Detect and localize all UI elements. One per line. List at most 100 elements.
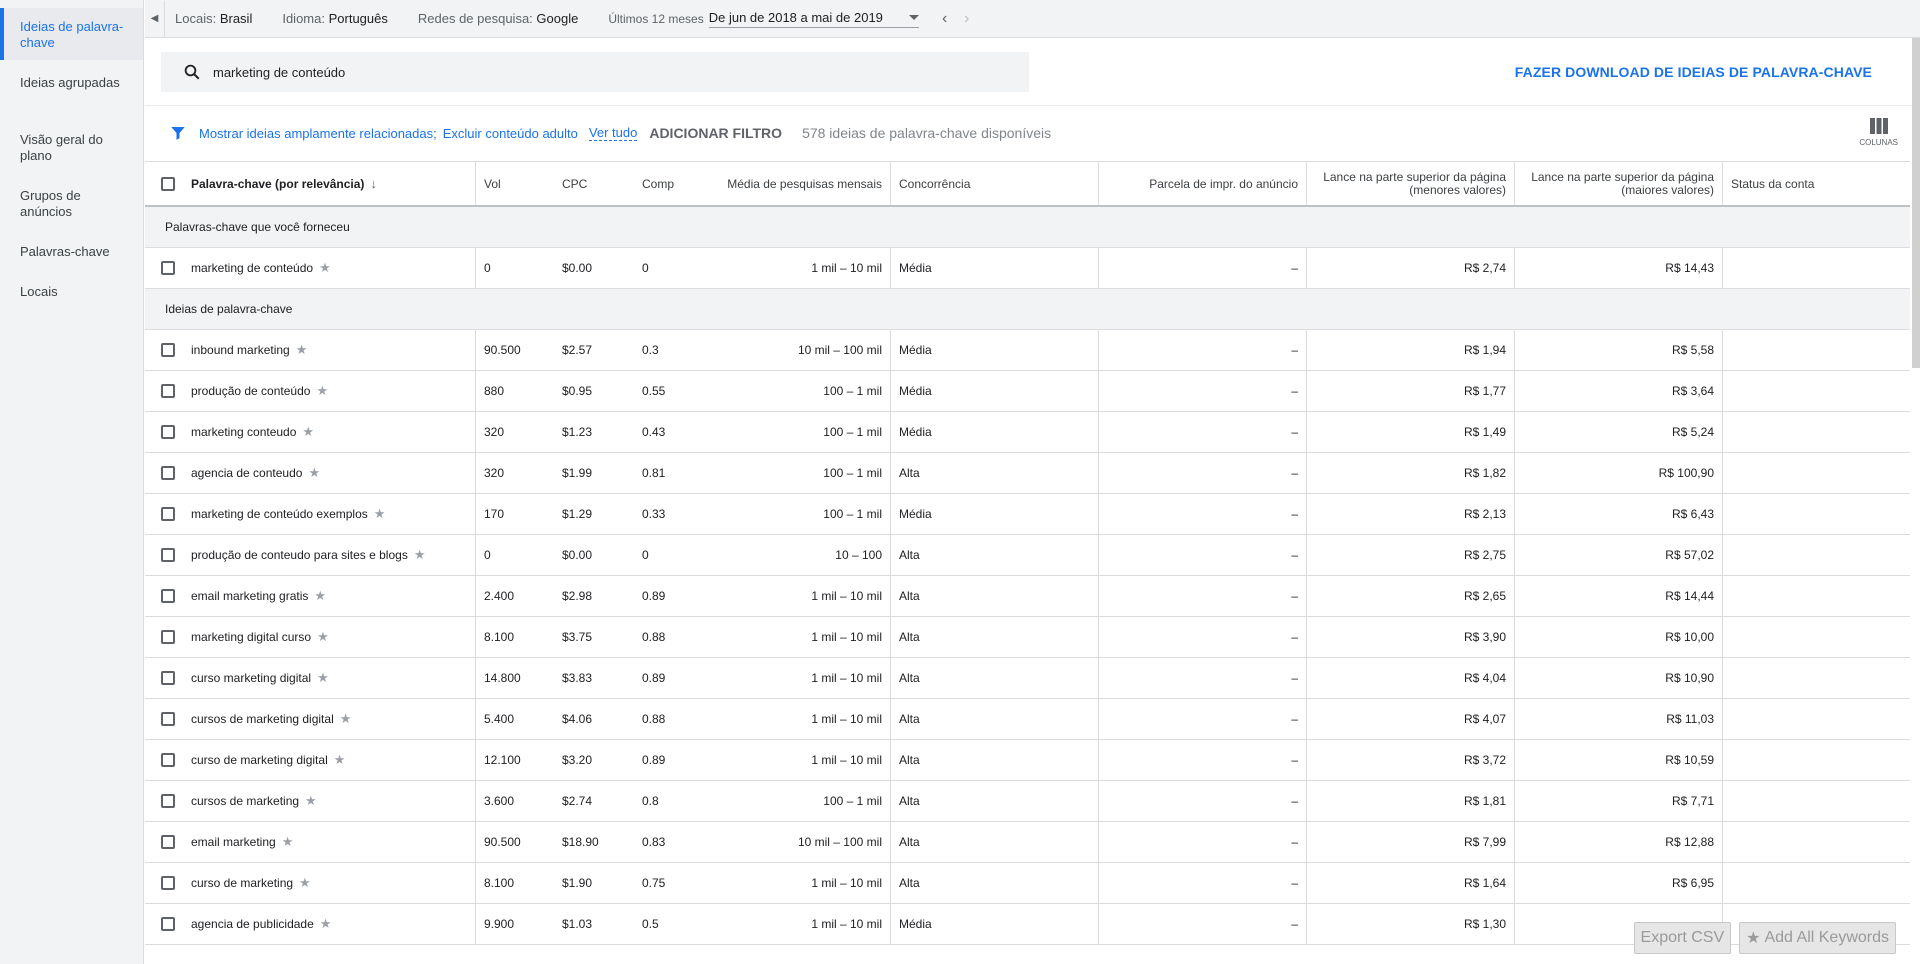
bid-low-cell: R$ 4,07: [1306, 699, 1514, 739]
star-icon[interactable]: ★: [296, 342, 308, 358]
locations-filter[interactable]: Locais: Brasil: [175, 11, 252, 26]
row-checkbox[interactable]: [161, 261, 175, 275]
row-checkbox-cell[interactable]: [145, 699, 185, 739]
row-checkbox[interactable]: [161, 917, 175, 931]
add-filter-button[interactable]: ADICIONAR FILTRO: [649, 125, 782, 141]
sidebar-item-grouped-ideas[interactable]: Ideias agrupadas: [0, 75, 143, 91]
select-all-checkbox-cell[interactable]: [145, 162, 185, 205]
account-status-cell: [1722, 248, 1825, 288]
row-checkbox-cell[interactable]: [145, 658, 185, 698]
row-checkbox-cell[interactable]: [145, 453, 185, 493]
row-checkbox[interactable]: [161, 466, 175, 480]
star-icon[interactable]: ★: [334, 752, 346, 768]
add-all-keywords-label: Add All Keywords: [1764, 929, 1889, 946]
row-checkbox-cell[interactable]: [145, 617, 185, 657]
star-icon[interactable]: ★: [319, 260, 331, 276]
header-keyword[interactable]: Palavra-chave (por relevância) ↓: [185, 162, 475, 205]
header-vol[interactable]: Vol: [475, 162, 554, 205]
row-checkbox[interactable]: [161, 343, 175, 357]
export-csv-button[interactable]: Export CSV: [1633, 922, 1732, 954]
star-icon[interactable]: ★: [317, 670, 329, 686]
header-comp[interactable]: Comp: [634, 162, 694, 205]
exclude-adult-filter-link[interactable]: Excluir conteúdo adulto: [443, 126, 578, 141]
row-checkbox[interactable]: [161, 753, 175, 767]
row-checkbox[interactable]: [161, 794, 175, 808]
avg-searches-cell: 1 mil – 10 mil: [811, 261, 882, 275]
star-icon[interactable]: ★: [414, 547, 426, 563]
row-checkbox-cell[interactable]: [145, 248, 185, 288]
star-icon[interactable]: ★: [374, 506, 386, 522]
row-checkbox[interactable]: [161, 425, 175, 439]
row-checkbox[interactable]: [161, 671, 175, 685]
see-all-link[interactable]: Ver tudo: [588, 125, 638, 141]
row-checkbox[interactable]: [161, 876, 175, 890]
header-ad-impression-share[interactable]: Parcela de impr. do anúncio: [1098, 162, 1306, 205]
header-bid-low[interactable]: Lance na parte superior da página (menor…: [1306, 162, 1514, 205]
previous-period-icon[interactable]: ‹: [934, 10, 956, 28]
row-checkbox-cell[interactable]: [145, 576, 185, 616]
avg-searches-cell: 1 mil – 10 mil: [811, 589, 882, 603]
row-checkbox[interactable]: [161, 630, 175, 644]
vol-cell: 8.100: [475, 863, 554, 903]
collapse-sidebar-icon[interactable]: ◀: [145, 0, 165, 37]
network-filter[interactable]: Redes de pesquisa: Google: [418, 11, 578, 26]
row-checkbox-cell[interactable]: [145, 781, 185, 821]
dropdown-caret-icon: [908, 14, 919, 20]
star-icon[interactable]: ★: [314, 588, 326, 604]
columns-button[interactable]: COLUNAS: [1859, 118, 1898, 147]
header-bid-high[interactable]: Lance na parte superior da página (maior…: [1514, 162, 1722, 205]
star-icon[interactable]: ★: [302, 424, 314, 440]
row-checkbox-cell[interactable]: [145, 330, 185, 370]
header-cpc[interactable]: CPC: [554, 162, 634, 205]
bid-low-cell: R$ 2,74: [1306, 248, 1514, 288]
comp-cell: 0.8: [642, 794, 659, 808]
row-checkbox-cell[interactable]: [145, 863, 185, 903]
next-period-icon[interactable]: ›: [956, 10, 978, 28]
header-competition[interactable]: Concorrência: [890, 162, 1098, 205]
date-range-select[interactable]: De jun de 2018 a mai de 2019: [708, 10, 919, 28]
sidebar-item-locations[interactable]: Locais: [0, 284, 143, 300]
row-checkbox[interactable]: [161, 384, 175, 398]
row-checkbox-cell[interactable]: [145, 822, 185, 862]
scrollbar[interactable]: [1912, 38, 1920, 368]
row-checkbox[interactable]: [161, 712, 175, 726]
star-icon[interactable]: ★: [340, 711, 352, 727]
row-checkbox-cell[interactable]: [145, 904, 185, 944]
row-checkbox-cell[interactable]: [145, 412, 185, 452]
star-icon[interactable]: ★: [305, 793, 317, 809]
comp-cell: 0.43: [642, 425, 666, 439]
row-checkbox-cell[interactable]: [145, 740, 185, 780]
star-icon[interactable]: ★: [299, 875, 311, 891]
select-all-checkbox[interactable]: [161, 176, 175, 191]
add-all-keywords-button[interactable]: ★ Add All Keywords: [1739, 922, 1896, 954]
sidebar-item-keywords[interactable]: Palavras-chave: [0, 244, 143, 260]
columns-icon: [1869, 118, 1888, 134]
header-account-status[interactable]: Status da conta: [1722, 162, 1825, 205]
row-checkbox[interactable]: [161, 548, 175, 562]
filter-icon[interactable]: [169, 124, 187, 142]
competition-cell: Alta: [890, 822, 1098, 862]
row-checkbox-cell[interactable]: [145, 535, 185, 575]
language-filter[interactable]: Idioma: Português: [282, 11, 388, 26]
sidebar-item-keyword-ideas[interactable]: Ideias de palavra-chave: [0, 8, 143, 60]
row-checkbox[interactable]: [161, 507, 175, 521]
row-checkbox[interactable]: [161, 835, 175, 849]
sidebar-item-plan-overview[interactable]: Visão geral do plano: [0, 132, 143, 164]
download-keyword-ideas-button[interactable]: FAZER DOWNLOAD DE IDEIAS DE PALAVRA-CHAV…: [1515, 64, 1872, 80]
star-icon[interactable]: ★: [316, 383, 328, 399]
keyword-text: produção de conteudo para sites e blogs: [191, 548, 408, 562]
row-checkbox[interactable]: [161, 589, 175, 603]
broad-ideas-filter-link[interactable]: Mostrar ideias amplamente relacionadas;: [199, 126, 437, 141]
star-icon[interactable]: ★: [282, 834, 294, 850]
row-checkbox-cell[interactable]: [145, 494, 185, 534]
sidebar-item-ad-groups[interactable]: Grupos de anúncios: [0, 188, 143, 220]
search-input[interactable]: marketing de conteúdo: [161, 52, 1029, 92]
star-icon[interactable]: ★: [317, 629, 329, 645]
header-avg-monthly-searches[interactable]: Média de pesquisas mensais: [694, 162, 890, 205]
keyword-text: inbound marketing: [191, 343, 290, 357]
star-icon[interactable]: ★: [320, 916, 332, 932]
keyword-cell: curso de marketing ★: [185, 863, 475, 903]
row-checkbox-cell[interactable]: [145, 371, 185, 411]
star-icon[interactable]: ★: [308, 465, 320, 481]
impression-share-cell: –: [1098, 535, 1306, 575]
